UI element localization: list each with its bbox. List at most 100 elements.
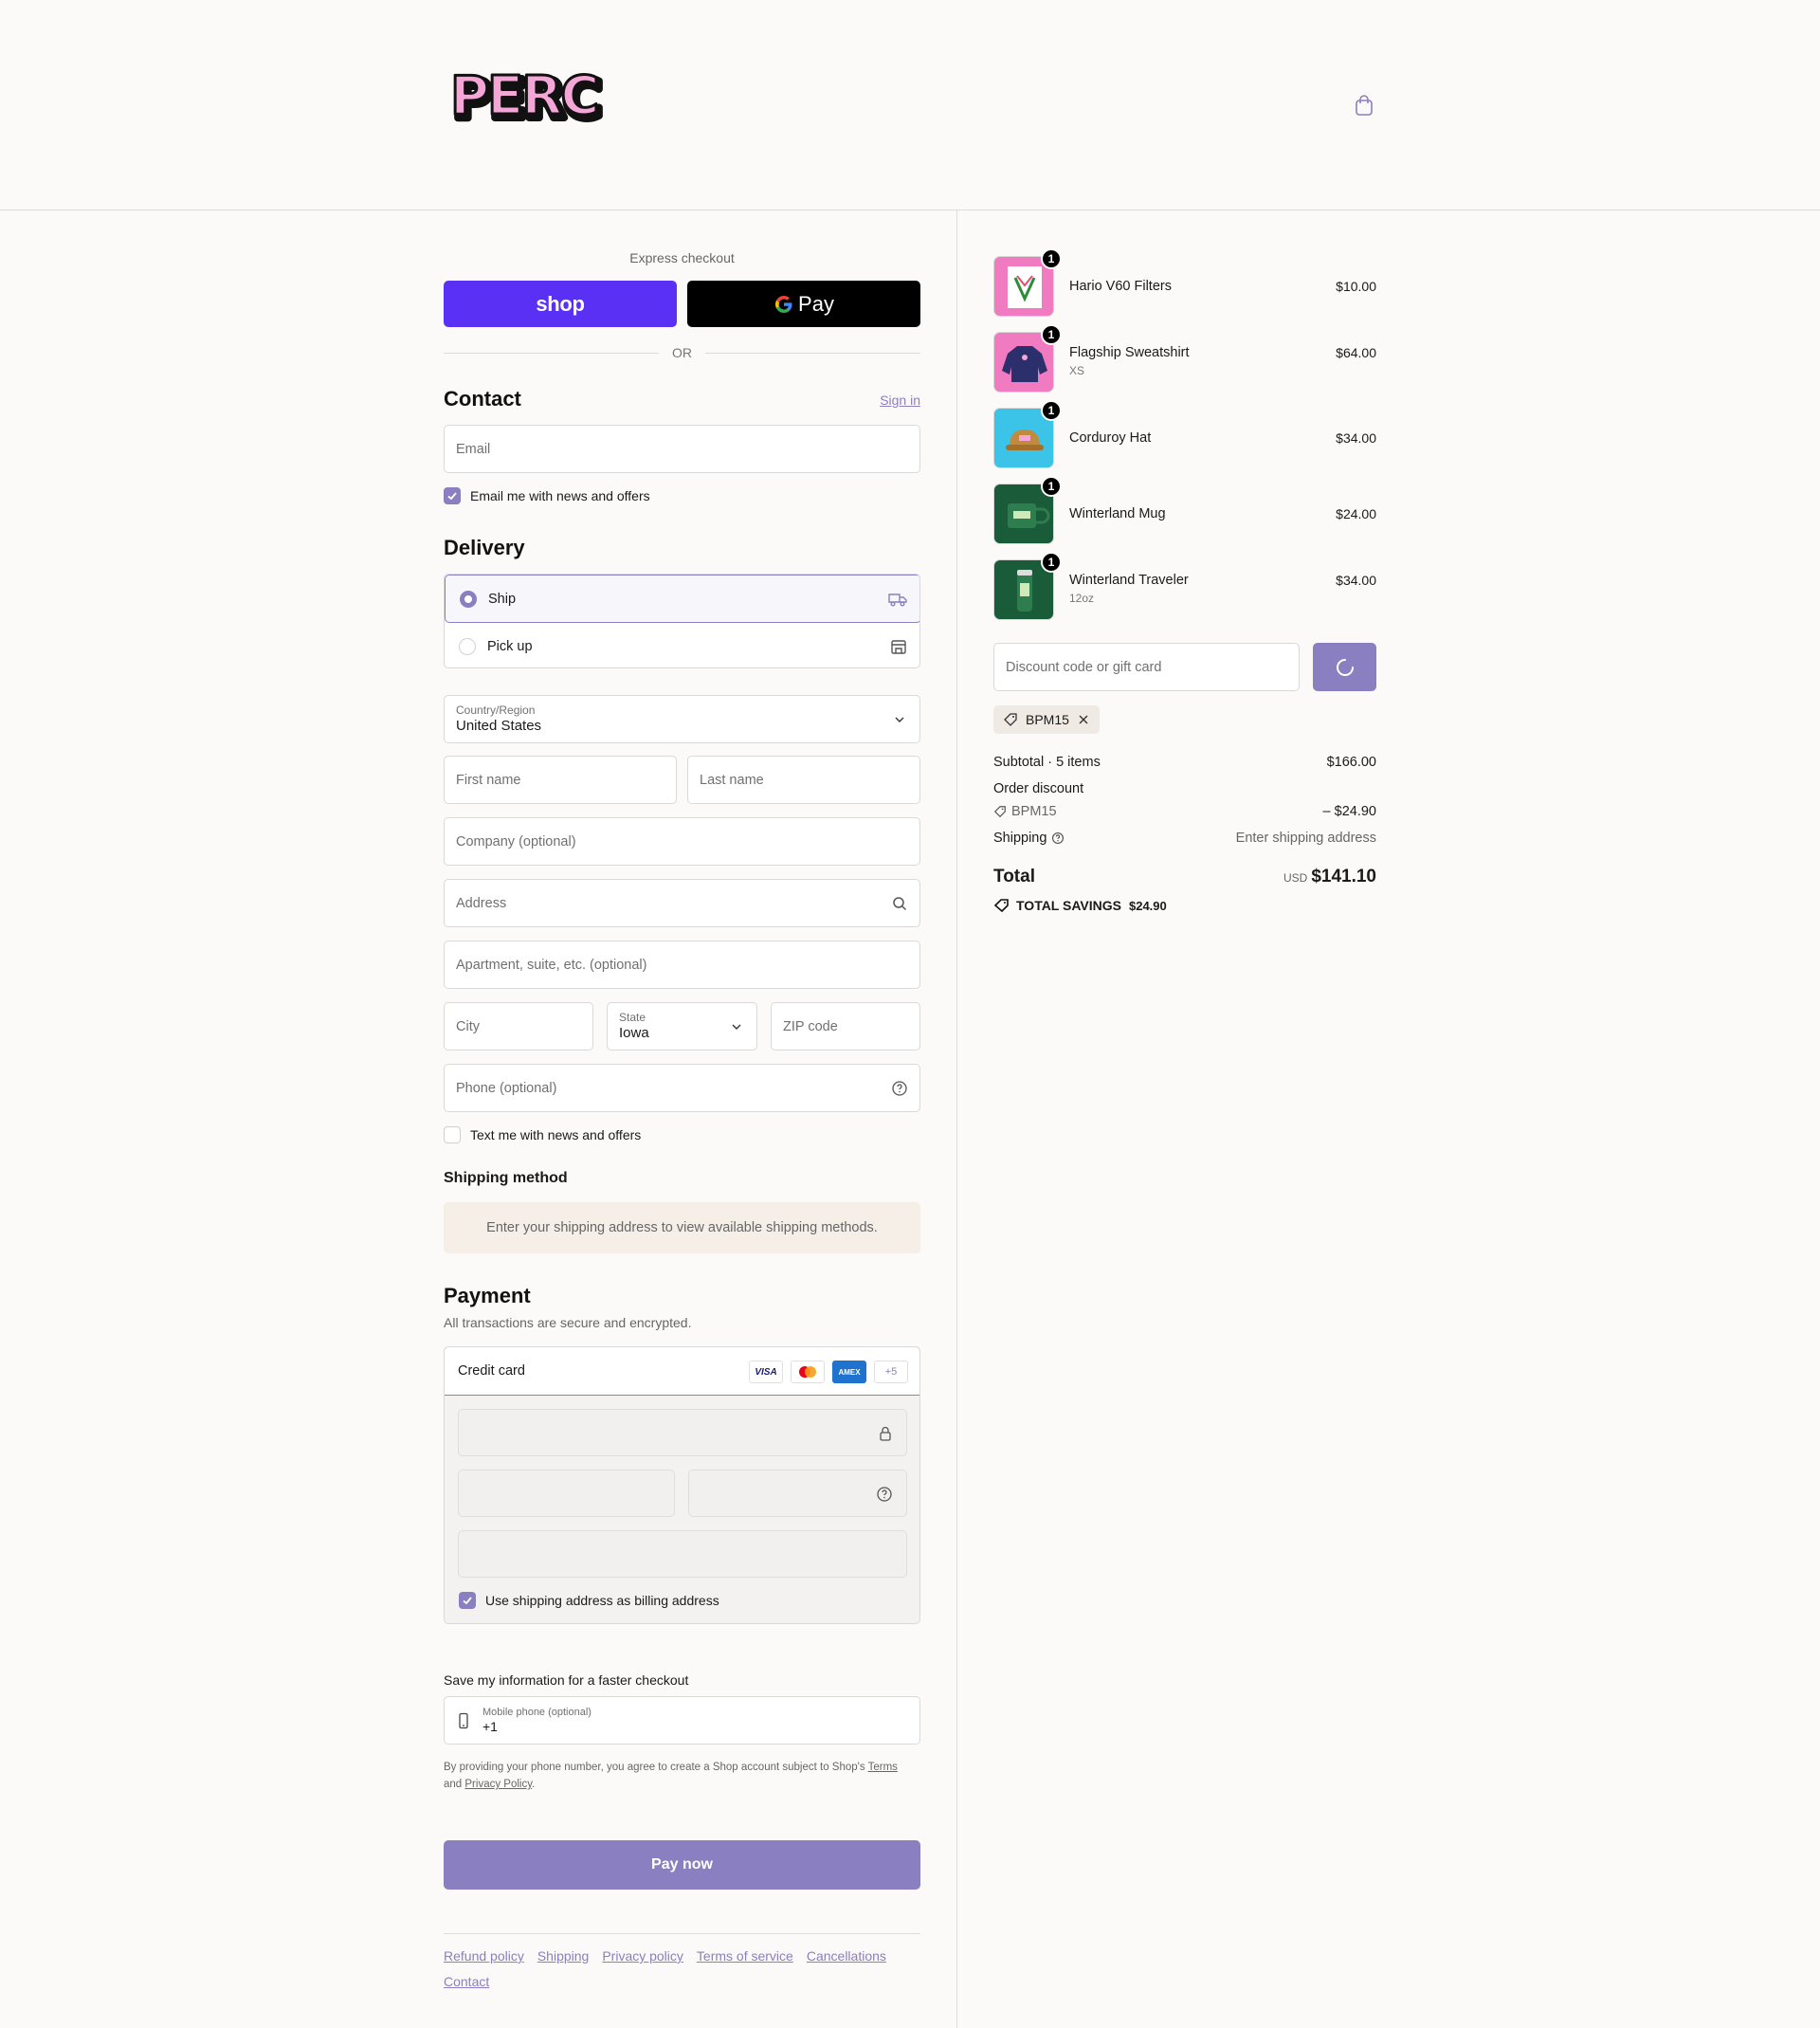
legal-and: and [444, 1779, 465, 1790]
card-number-field[interactable] [458, 1409, 907, 1456]
credit-card-option[interactable]: Credit card VISA AMEX +5 [445, 1347, 919, 1396]
pickup-radio[interactable] [459, 638, 476, 655]
close-icon[interactable] [1077, 713, 1090, 726]
tag-icon [993, 899, 1009, 913]
column-divider [956, 210, 957, 2028]
item-price: $64.00 [1336, 345, 1376, 360]
first-name-placeholder: First name [456, 772, 521, 788]
shipping-link[interactable]: Shipping [537, 1947, 590, 1965]
google-pay-button[interactable]: Pay [687, 281, 920, 327]
or-line-left [444, 352, 659, 354]
delivery-option-ship[interactable]: Ship [445, 575, 919, 623]
city-field[interactable]: City [444, 1002, 593, 1051]
billing-checkbox[interactable] [459, 1592, 476, 1609]
mobile-phone-field[interactable]: Mobile phone (optional) +1 [444, 1696, 920, 1745]
privacy-link[interactable]: Privacy Policy [464, 1779, 532, 1790]
google-g-icon [775, 295, 792, 313]
cart-item: 1 Corduroy Hat $34.00 [993, 400, 1376, 470]
email-field[interactable]: Email [444, 425, 920, 473]
cart-item: 1 Hario V60 Filters $10.00 [993, 248, 1376, 319]
company-field[interactable]: Company (optional) [444, 817, 920, 866]
logo-graphic: PERC PERC [449, 66, 607, 125]
or-label: OR [672, 345, 692, 360]
delivery-option-pickup[interactable]: Pick up [445, 623, 919, 667]
country-select[interactable]: Country/Region United States [444, 695, 920, 743]
apartment-placeholder: Apartment, suite, etc. (optional) [456, 957, 647, 973]
city-placeholder: City [456, 1018, 480, 1034]
savings-label: TOTAL SAVINGS [1016, 898, 1121, 913]
header: PERC PERC [0, 0, 1820, 210]
order-discount-row: Order discount [993, 781, 1376, 796]
text-checkbox[interactable] [444, 1126, 461, 1143]
save-info-title: Save my information for a faster checkou… [444, 1672, 689, 1688]
item-name: Winterland Traveler [1069, 573, 1189, 588]
refund-policy-link[interactable]: Refund policy [444, 1947, 524, 1965]
perc-logo[interactable]: PERC PERC [447, 66, 614, 125]
privacy-policy-link[interactable]: Privacy policy [602, 1947, 683, 1965]
chevron-down-icon [732, 1024, 741, 1030]
terms-link[interactable]: Terms [868, 1762, 898, 1773]
check-icon [463, 1597, 472, 1605]
first-name-field[interactable]: First name [444, 756, 677, 804]
search-icon [893, 896, 907, 910]
name-on-card-field[interactable] [458, 1530, 907, 1578]
discount-field[interactable]: Discount code or gift card [993, 643, 1300, 691]
discount-placeholder: Discount code or gift card [1006, 659, 1162, 675]
apartment-field[interactable]: Apartment, suite, etc. (optional) [444, 941, 920, 989]
country-value: United States [456, 718, 542, 734]
zip-field[interactable]: ZIP code [771, 1002, 920, 1051]
last-name-field[interactable]: Last name [687, 756, 920, 804]
credit-card-label: Credit card [458, 1363, 525, 1379]
billing-checkbox-row[interactable]: Use shipping address as billing address [459, 1592, 719, 1609]
item-variant: XS [1069, 364, 1085, 377]
shipping-label-wrap: Shipping [993, 831, 1065, 846]
cart-item: 1 Winterland Traveler 12oz $34.00 [993, 552, 1376, 622]
mastercard-circles [799, 1366, 816, 1378]
discount-value: – $24.90 [1322, 804, 1376, 819]
shipping-method-text: Enter your shipping address to view avai… [486, 1220, 878, 1235]
cart-button[interactable] [1352, 93, 1376, 118]
item-name: Winterland Mug [1069, 506, 1166, 521]
contact-link[interactable]: Contact [444, 1973, 489, 1991]
terms-of-service-link[interactable]: Terms of service [697, 1947, 793, 1965]
sign-in-link[interactable]: Sign in [880, 393, 920, 408]
mobile-phone-text: Mobile phone (optional) +1 [482, 1706, 592, 1735]
shop-pay-button[interactable]: shop [444, 281, 677, 327]
phone-field[interactable]: Phone (optional) [444, 1064, 920, 1112]
quantity-badge: 1 [1041, 552, 1062, 573]
more-cards-badge[interactable]: +5 [874, 1361, 908, 1383]
express-checkout-label: Express checkout [629, 250, 735, 265]
address-field[interactable]: Address [444, 879, 920, 927]
cancellations-link[interactable]: Cancellations [807, 1947, 886, 1965]
truck-icon [888, 594, 907, 607]
apply-discount-button[interactable] [1313, 643, 1376, 691]
help-circle-icon[interactable] [1051, 831, 1065, 845]
help-circle-icon[interactable] [876, 1486, 893, 1503]
total-value-wrap: USD $141.10 [1283, 867, 1376, 887]
discount-code-label: BPM15 [993, 804, 1057, 819]
legal-prefix: By providing your phone number, you agre… [444, 1762, 868, 1773]
expiration-field[interactable] [458, 1470, 675, 1517]
google-pay-label: Pay [798, 291, 834, 316]
email-placeholder: Email [456, 441, 491, 457]
help-circle-icon[interactable] [891, 1080, 908, 1097]
security-code-field[interactable] [688, 1470, 907, 1517]
news-checkbox-row[interactable]: Email me with news and offers [444, 487, 650, 504]
lock-icon [880, 1426, 891, 1441]
footer-links: Refund policy Shipping Privacy policy Te… [444, 1947, 920, 1991]
pay-now-button[interactable]: Pay now [444, 1840, 920, 1890]
discount-code-text: BPM15 [1011, 804, 1057, 819]
text-label: Text me with news and offers [470, 1127, 642, 1142]
card-logos: VISA AMEX +5 [749, 1361, 908, 1383]
discount-code-row: BPM15 – $24.90 [993, 804, 1376, 822]
amex-icon: AMEX [832, 1361, 866, 1383]
last-name-placeholder: Last name [700, 772, 764, 788]
quantity-badge: 1 [1041, 476, 1062, 497]
visa-icon: VISA [749, 1361, 783, 1383]
ship-radio[interactable] [460, 590, 477, 608]
company-placeholder: Company (optional) [456, 833, 576, 850]
state-select[interactable]: State Iowa [607, 1002, 757, 1051]
text-checkbox-row[interactable]: Text me with news and offers [444, 1126, 641, 1143]
news-checkbox[interactable] [444, 487, 461, 504]
shop-pay-label: shop [536, 291, 585, 316]
